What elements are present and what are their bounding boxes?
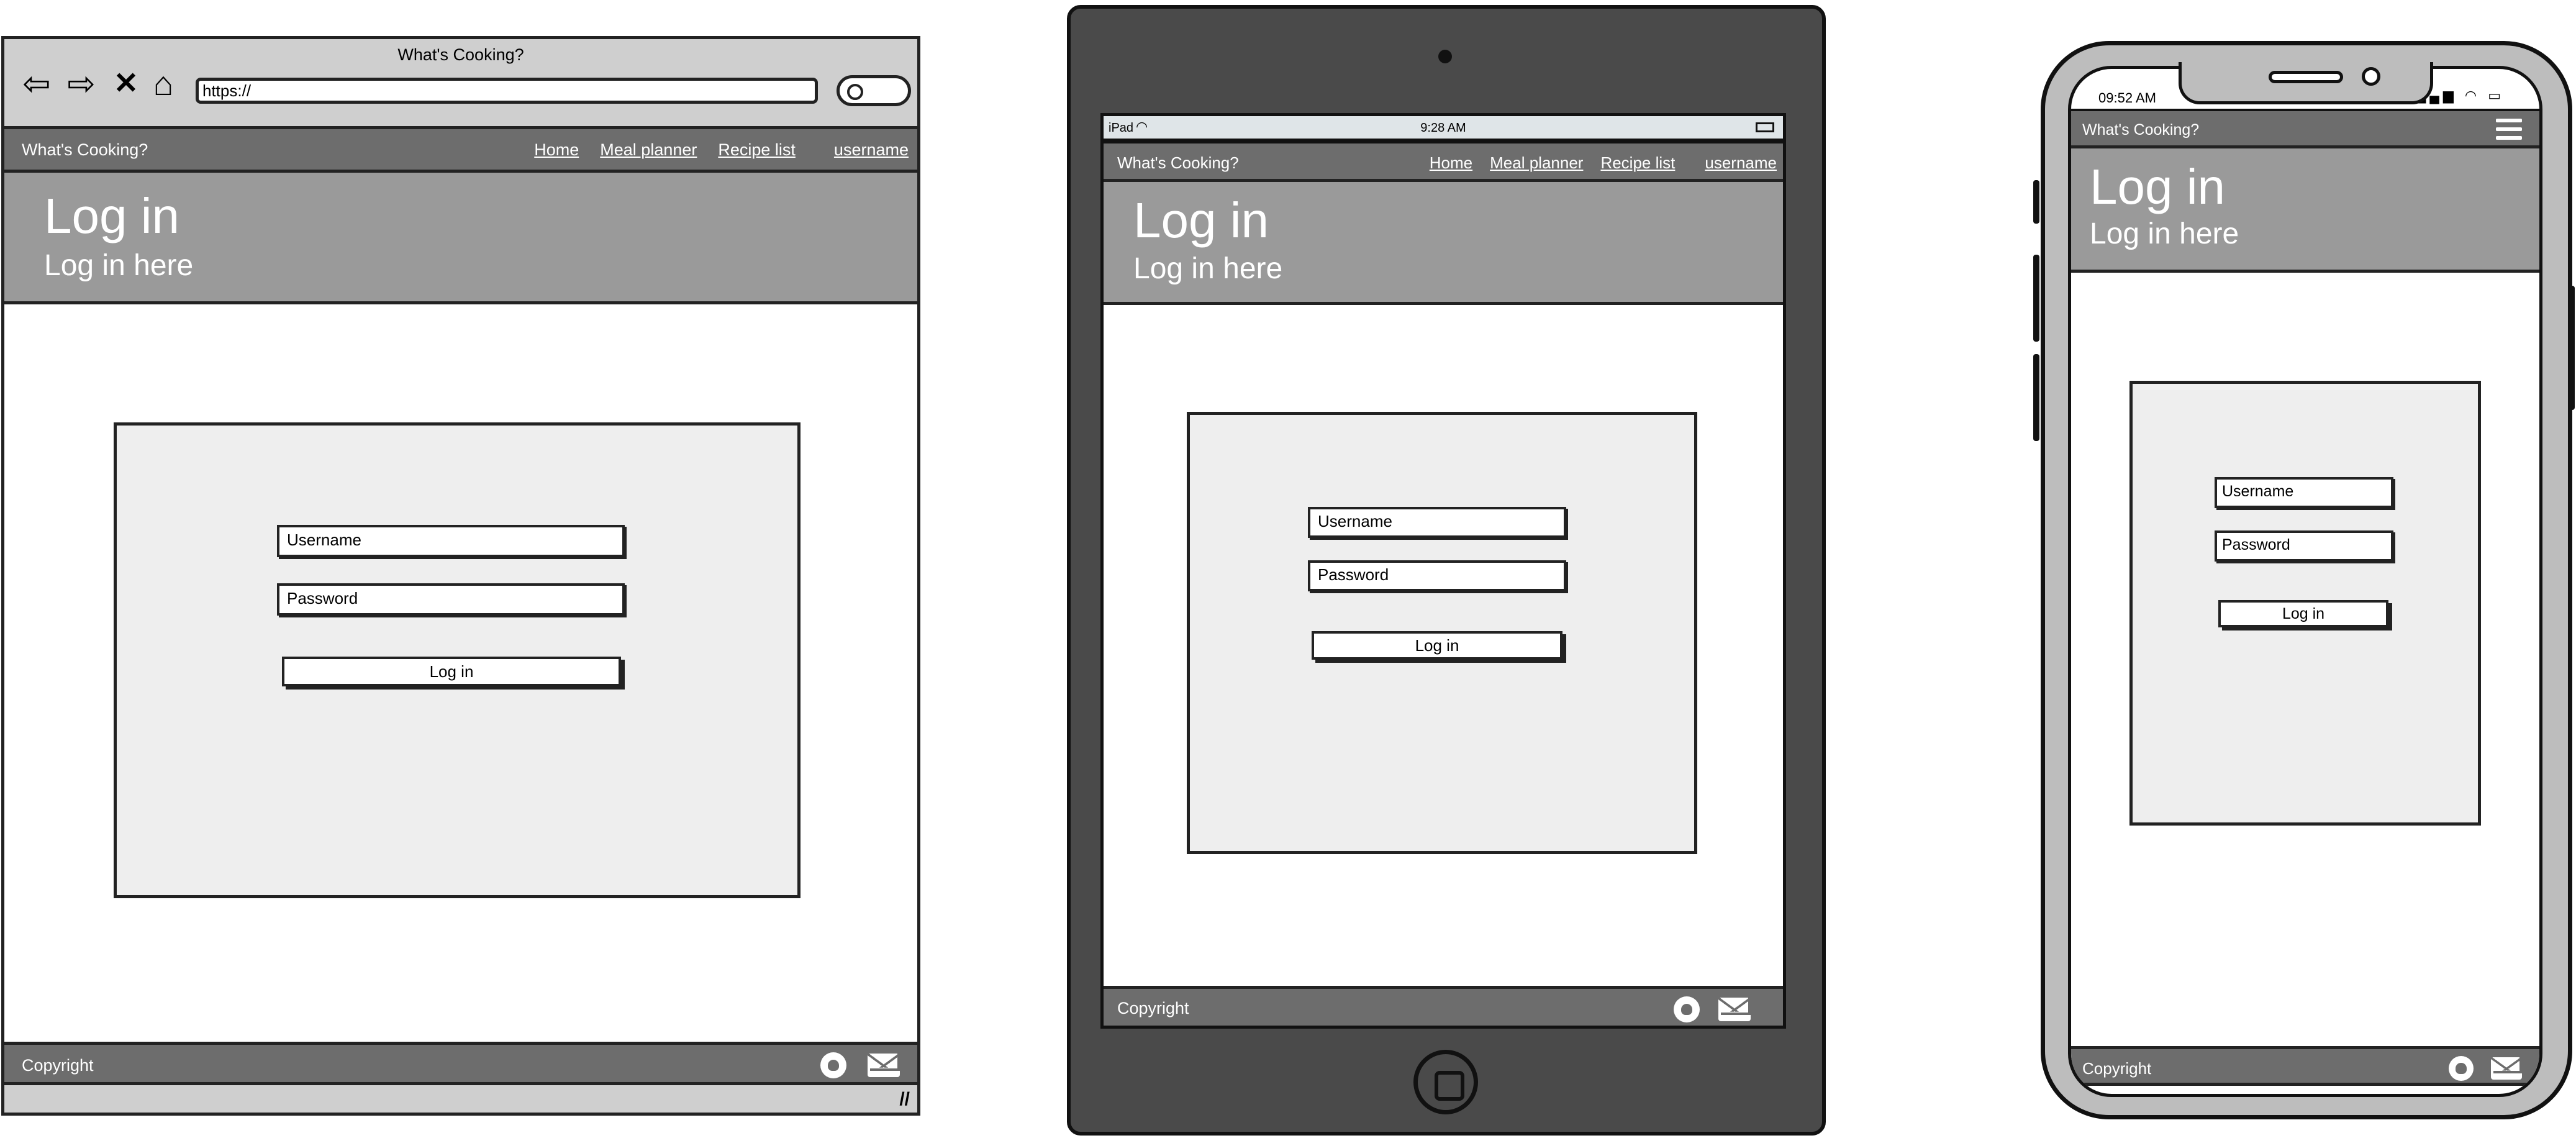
nav-link-recipe-list[interactable]: Recipe list	[718, 140, 796, 160]
mail-icon[interactable]	[868, 1054, 900, 1077]
page-subtitle: Log in here	[2090, 217, 2239, 250]
copyright-text: Copyright	[1117, 999, 1189, 1017]
login-card: Username Password Log in	[1187, 412, 1697, 854]
footer: Copyright	[1104, 986, 1783, 1026]
nav-link-recipe-list[interactable]: Recipe list	[1600, 153, 1675, 173]
resize-grip-icon[interactable]: //	[899, 1089, 910, 1110]
footer: Copyright	[2071, 1046, 2539, 1086]
nav-link-meal-planner[interactable]: Meal planner	[1490, 153, 1583, 173]
password-field[interactable]: Password	[277, 583, 625, 616]
nav-links: Home Meal planner Recipe list username	[534, 140, 909, 160]
phone-screen: 09:52 AM ▂▄▆ ◠ ▭ What's Cooking? Log in …	[2068, 66, 2542, 1097]
hamburger-menu-icon[interactable]	[2496, 119, 2522, 145]
top-navbar: What's Cooking? Home Meal planner Recipe…	[4, 129, 917, 173]
footer: Copyright	[4, 1042, 917, 1085]
page-subtitle: Log in here	[44, 249, 194, 282]
nav-brand[interactable]: What's Cooking?	[1117, 153, 1239, 173]
login-card: Username Password Log in	[2129, 381, 2481, 826]
github-icon[interactable]	[820, 1052, 846, 1078]
close-icon[interactable]: ✕	[109, 66, 143, 101]
nav-brand[interactable]: What's Cooking?	[22, 140, 148, 160]
page-title: Log in	[2090, 159, 2225, 214]
nav-link-home[interactable]: Home	[534, 140, 579, 160]
forward-arrow-icon[interactable]: ⇨	[64, 66, 99, 101]
github-icon[interactable]	[1674, 996, 1700, 1022]
top-navbar: What's Cooking?	[2071, 109, 2539, 148]
github-icon[interactable]	[2449, 1056, 2474, 1081]
login-button[interactable]: Log in	[1312, 631, 1562, 660]
phone-speaker	[2269, 71, 2343, 83]
tablet-screen: iPad ◠ 9:28 AM What's Cooking? Home Meal…	[1100, 113, 1786, 1029]
username-field[interactable]: Username	[277, 525, 625, 557]
window-title: What's Cooking?	[397, 45, 524, 64]
password-field[interactable]: Password	[1308, 560, 1566, 591]
status-bar: //	[4, 1085, 917, 1113]
mail-icon[interactable]	[2491, 1057, 2522, 1080]
browser-chrome: What's Cooking? ⇦ ⇨ ✕ ⌂ https://	[4, 39, 917, 129]
hero-banner: Log in Log in here	[2071, 148, 2539, 273]
phone-notch	[2179, 62, 2433, 104]
page-subtitle: Log in here	[1133, 252, 1283, 285]
phone-volume-down-button[interactable]	[2033, 354, 2039, 441]
username-field[interactable]: Username	[1308, 507, 1566, 538]
nav-link-meal-planner[interactable]: Meal planner	[600, 140, 697, 160]
nav-links: Home Meal planner Recipe list username	[1430, 153, 1777, 173]
login-button[interactable]: Log in	[2218, 600, 2388, 627]
phone-volume-up-button[interactable]	[2033, 255, 2039, 342]
nav-link-username[interactable]: username	[834, 140, 909, 160]
mail-icon[interactable]	[1718, 998, 1751, 1021]
copyright-text: Copyright	[22, 1056, 94, 1075]
username-field[interactable]: Username	[2215, 477, 2393, 508]
nav-link-username[interactable]: username	[1705, 153, 1777, 173]
back-arrow-icon[interactable]: ⇦	[19, 66, 54, 101]
search-button[interactable]	[837, 75, 911, 106]
hero-banner: Log in Log in here	[1104, 182, 1783, 305]
tablet-camera	[1438, 50, 1452, 63]
browser-window: What's Cooking? ⇦ ⇨ ✕ ⌂ https:// What's …	[1, 36, 920, 1116]
nav-brand[interactable]: What's Cooking?	[2082, 121, 2199, 139]
top-navbar: What's Cooking? Home Meal planner Recipe…	[1104, 141, 1783, 182]
tablet-home-button[interactable]	[1413, 1050, 1478, 1114]
page-title: Log in	[1133, 193, 1269, 248]
login-button[interactable]: Log in	[282, 657, 621, 686]
hero-banner: Log in Log in here	[4, 173, 917, 304]
copyright-text: Copyright	[2082, 1059, 2152, 1078]
phone-mute-switch[interactable]	[2033, 180, 2039, 224]
home-icon[interactable]: ⌂	[146, 66, 181, 101]
page-title: Log in	[44, 188, 179, 244]
tablet-time: 9:28 AM	[1420, 121, 1466, 135]
desktop-mockup: What's Cooking? ⇦ ⇨ ✕ ⌂ https:// What's …	[0, 36, 923, 1119]
login-card: Username Password Log in	[114, 422, 800, 898]
battery-icon	[1756, 122, 1774, 132]
phone-front-camera	[2362, 67, 2380, 86]
url-input[interactable]: https://	[196, 78, 818, 104]
nav-link-home[interactable]: Home	[1430, 153, 1472, 173]
search-icon	[847, 84, 863, 100]
tablet-status-bar: iPad ◠ 9:28 AM	[1104, 116, 1783, 141]
password-field[interactable]: Password	[2215, 530, 2393, 562]
phone-time: 09:52 AM	[2098, 90, 2156, 106]
